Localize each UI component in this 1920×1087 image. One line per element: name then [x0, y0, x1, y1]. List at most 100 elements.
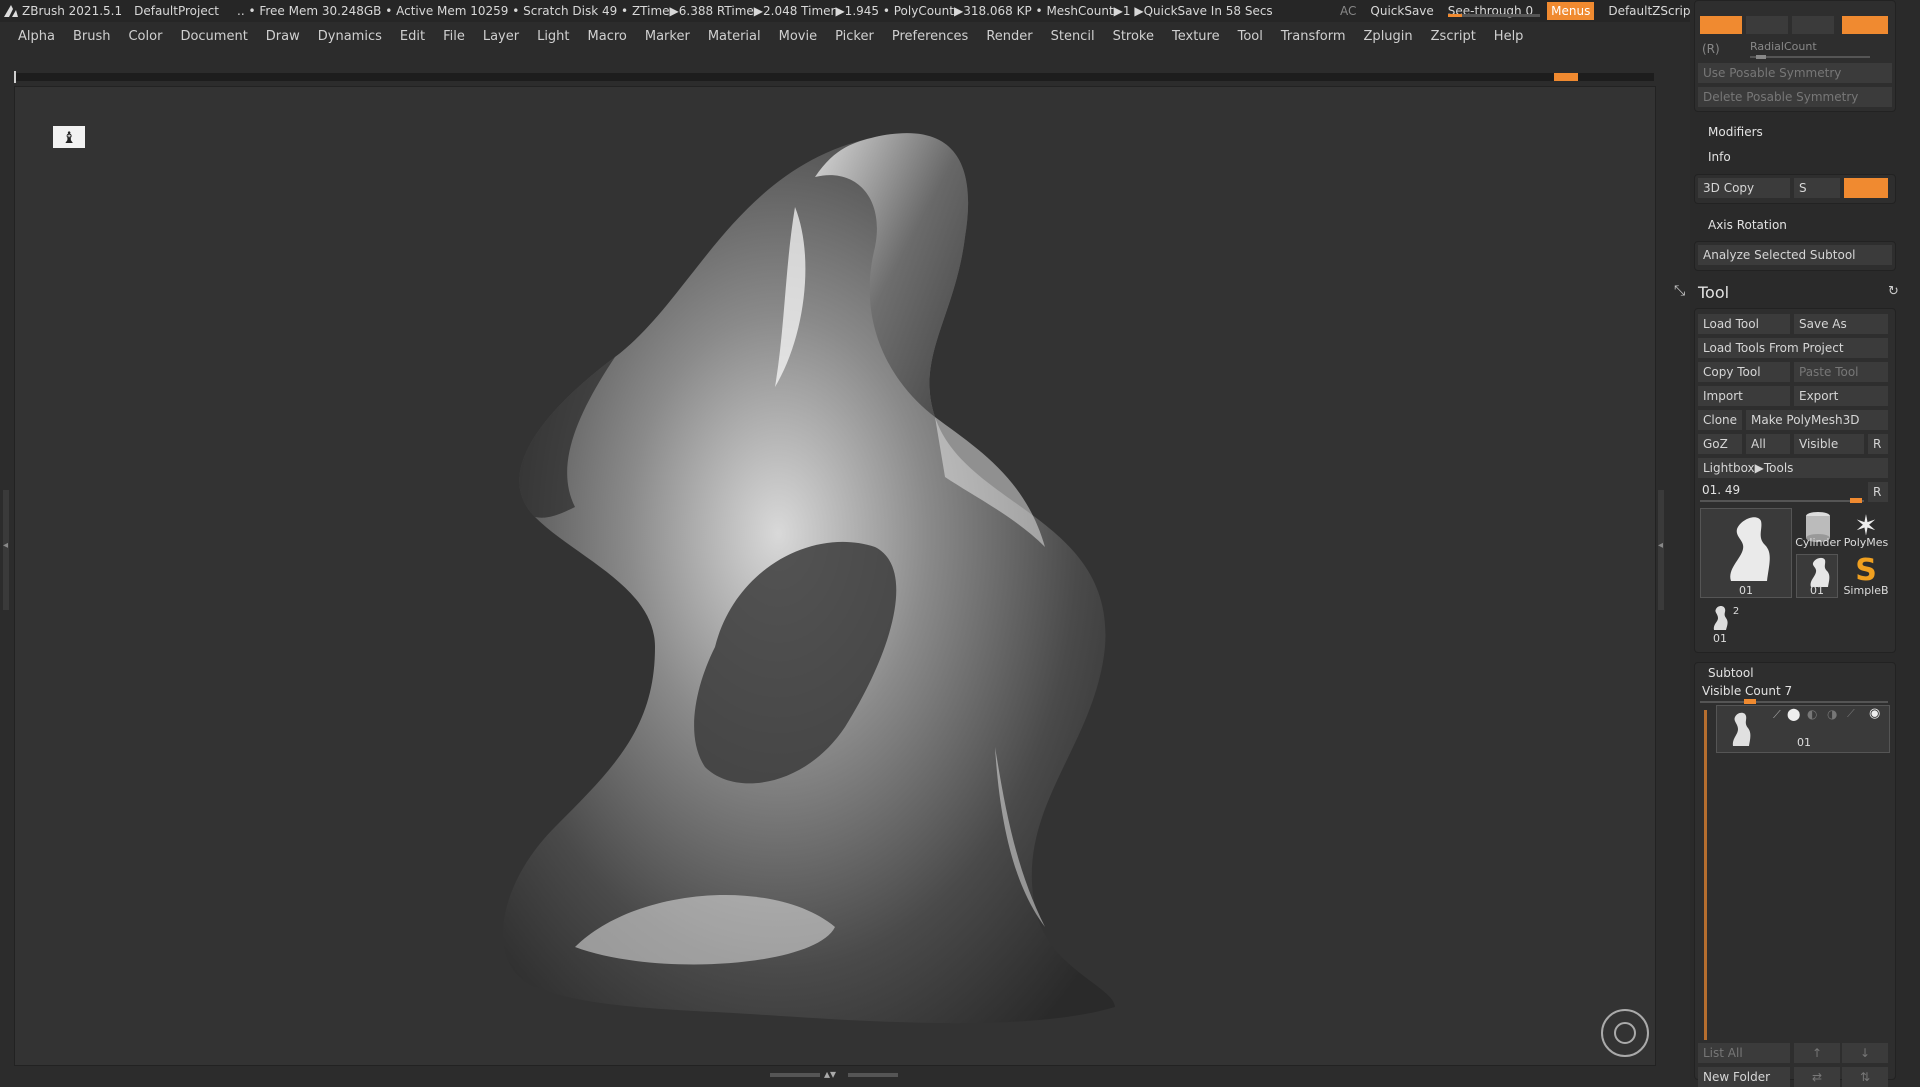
menu-draw[interactable]: Draw	[266, 29, 300, 44]
ac-indicator[interactable]: AC	[1340, 4, 1356, 18]
viewport-canvas[interactable]: ♝	[14, 86, 1656, 1066]
menu-marker[interactable]: Marker	[645, 29, 690, 44]
menu-light[interactable]: Light	[537, 29, 569, 44]
visible-count-slider[interactable]: Visible Count 7	[1702, 684, 1792, 698]
menu-material[interactable]: Material	[708, 29, 761, 44]
paste-tool-button[interactable]: Paste Tool	[1794, 362, 1888, 382]
menu-preferences[interactable]: Preferences	[892, 29, 968, 44]
tool-thumbnail-extra[interactable]	[1708, 604, 1732, 632]
bottom-tray-arrow-icon: ▴▾	[824, 1067, 837, 1081]
delete-posable-symmetry-button[interactable]: Delete Posable Symmetry	[1698, 87, 1892, 107]
modifiers-header[interactable]: Modifiers	[1708, 125, 1763, 139]
subtool-solo-icon[interactable]: ◑	[1827, 707, 1837, 721]
left-tray-handle[interactable]: ◂	[3, 490, 9, 610]
make-polymesh3d-button[interactable]: Make PolyMesh3D	[1746, 410, 1888, 430]
axis-rotation-header[interactable]: Axis Rotation	[1708, 218, 1787, 232]
new-folder-button[interactable]: New Folder	[1698, 1067, 1790, 1087]
menu-zplugin[interactable]: Zplugin	[1364, 29, 1413, 44]
radialcount-slider-handle[interactable]	[1756, 55, 1766, 59]
status-stats: .. • Free Mem 30.248GB • Active Mem 1025…	[237, 4, 1273, 18]
simplebrush-s-icon[interactable]: S	[1848, 554, 1884, 588]
tool-count-badge: 2	[1732, 606, 1740, 617]
clone-button[interactable]: Clone	[1698, 410, 1742, 430]
see-through-slider[interactable]: See-through 0	[1447, 4, 1540, 18]
menu-brush[interactable]: Brush	[73, 29, 111, 44]
menu-picker[interactable]: Picker	[835, 29, 874, 44]
menu-layer[interactable]: Layer	[483, 29, 519, 44]
save-as-button[interactable]: Save As	[1794, 314, 1888, 334]
load-tools-from-project-button[interactable]: Load Tools From Project	[1698, 338, 1888, 358]
copy-tool-button[interactable]: Copy Tool	[1698, 362, 1790, 382]
timeline[interactable]	[14, 71, 1654, 83]
use-posable-symmetry-button[interactable]: Use Posable Symmetry	[1698, 63, 1892, 83]
menu-transform[interactable]: Transform	[1281, 29, 1346, 44]
tool-thumbnail-extra-label: 01	[1713, 632, 1727, 645]
timeline-marker[interactable]	[1554, 73, 1578, 81]
title-bar: ZBrush 2021.5.1 DefaultProject .. • Free…	[0, 0, 1920, 22]
menu-stroke[interactable]: Stroke	[1113, 29, 1154, 44]
folder-action2-icon[interactable]: ⇅	[1842, 1067, 1888, 1087]
right-tray-handle[interactable]: ◂	[1658, 490, 1664, 610]
reset-icon[interactable]: ↻	[1888, 284, 1899, 299]
subtool-mask-icon[interactable]: ◐	[1807, 707, 1817, 721]
tool-slider-r-button[interactable]: R	[1868, 482, 1888, 502]
move-down-icon[interactable]: ↓	[1842, 1043, 1888, 1063]
menu-file[interactable]: File	[443, 29, 465, 44]
subtool-header[interactable]: Subtool	[1708, 666, 1754, 680]
menu-zscript[interactable]: Zscript	[1431, 29, 1476, 44]
menu-stencil[interactable]: Stencil	[1051, 29, 1095, 44]
menu-help[interactable]: Help	[1494, 29, 1524, 44]
menu-alpha[interactable]: Alpha	[18, 29, 55, 44]
tool-slider-handle[interactable]	[1850, 498, 1862, 503]
radialcount-slider[interactable]: RadialCount	[1750, 40, 1817, 53]
analyze-selected-subtool-button[interactable]: Analyze Selected Subtool	[1698, 245, 1892, 265]
visible-button[interactable]: Visible	[1794, 434, 1864, 454]
bottom-tray-handle[interactable]: ▴▾	[770, 1067, 900, 1081]
tool-title[interactable]: Tool	[1698, 283, 1729, 302]
goz-button[interactable]: GoZ	[1698, 434, 1742, 454]
copy3d-button[interactable]: 3D Copy	[1698, 178, 1790, 198]
subtool-mesh-icon	[1732, 712, 1751, 746]
lightbox-tools-button[interactable]: Lightbox▶Tools	[1698, 458, 1888, 478]
navigation-gizmo[interactable]	[1601, 1009, 1649, 1057]
symmetry-z-button[interactable]	[1792, 16, 1834, 34]
small-mesh-label: 01	[1810, 584, 1824, 597]
tool-slider-track[interactable]	[1700, 500, 1864, 502]
subtool-item[interactable]: ⟋ ⬤ ◐ ◑ ⟋ ◉ 01	[1716, 705, 1890, 753]
subtool-dynamic-icon[interactable]: ⟋	[1847, 707, 1855, 721]
copy3d-orange-toggle[interactable]	[1844, 178, 1888, 198]
menu-macro[interactable]: Macro	[588, 29, 627, 44]
load-tool-button[interactable]: Load Tool	[1698, 314, 1790, 334]
menu-tool[interactable]: Tool	[1238, 29, 1263, 44]
menu-dynamics[interactable]: Dynamics	[318, 29, 382, 44]
s-toggle[interactable]: S	[1794, 178, 1840, 198]
info-header[interactable]: Info	[1708, 150, 1731, 164]
default-zscript-button[interactable]: DefaultZScript	[1608, 4, 1695, 18]
export-button[interactable]: Export	[1794, 386, 1888, 406]
menu-texture[interactable]: Texture	[1172, 29, 1220, 44]
import-button[interactable]: Import	[1698, 386, 1790, 406]
quicksave-button[interactable]: QuickSave	[1370, 4, 1433, 18]
menu-color[interactable]: Color	[128, 29, 162, 44]
folder-action-icon[interactable]: ⇄	[1794, 1067, 1840, 1087]
subtool-visibility-eye-icon[interactable]: ◉	[1869, 706, 1880, 721]
visible-count-handle[interactable]	[1744, 699, 1756, 704]
pin-icon[interactable]: ⤡	[1674, 283, 1685, 299]
subtool-polypaint-icon[interactable]: ⬤	[1787, 707, 1800, 721]
menu-render[interactable]: Render	[986, 29, 1032, 44]
subtool-scrollbar[interactable]	[1704, 710, 1707, 1040]
all-button[interactable]: All	[1746, 434, 1790, 454]
list-all-button[interactable]: List All	[1698, 1043, 1790, 1063]
subtool-brush-icon[interactable]: ⟋	[1773, 708, 1781, 722]
symmetry-x-button[interactable]	[1700, 16, 1742, 34]
symmetry-m-button[interactable]	[1842, 16, 1888, 34]
cylinder-label: Cylinder	[1795, 536, 1841, 549]
goz-r-button[interactable]: R	[1868, 434, 1888, 454]
menu-movie[interactable]: Movie	[779, 29, 817, 44]
symmetry-y-button[interactable]	[1746, 16, 1788, 34]
menus-toggle[interactable]: Menus	[1547, 2, 1595, 20]
menu-edit[interactable]: Edit	[400, 29, 425, 44]
move-up-icon[interactable]: ↑	[1794, 1043, 1840, 1063]
menu-document[interactable]: Document	[180, 29, 247, 44]
project-name[interactable]: DefaultProject	[134, 4, 219, 18]
